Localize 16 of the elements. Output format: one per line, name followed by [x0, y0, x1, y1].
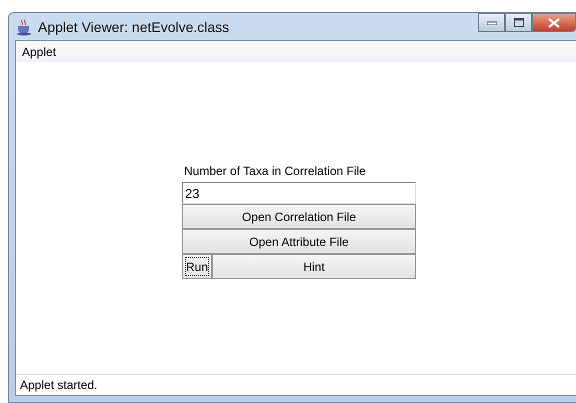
menu-item[interactable]: Applet [16, 44, 62, 58]
window-title: Applet Viewer: netEvolve.class [38, 18, 230, 34]
maximize-icon [514, 18, 524, 27]
button[interactable]: Open Attribute File [182, 229, 416, 254]
java-cup-icon [15, 18, 33, 36]
close-button[interactable] [532, 13, 576, 32]
button[interactable]: Run [182, 254, 212, 279]
input-field[interactable]: 23 [182, 182, 416, 204]
minimize-icon [486, 20, 496, 24]
button[interactable]: Hint [212, 254, 416, 279]
maximize-button[interactable] [505, 13, 532, 32]
status-bar: Applet started. [16, 374, 576, 395]
minimize-button[interactable] [478, 13, 505, 32]
button[interactable]: Open Correlation File [182, 204, 416, 229]
close-icon [548, 18, 560, 28]
field-label: Number of Taxa in Correlation File [183, 164, 367, 180]
